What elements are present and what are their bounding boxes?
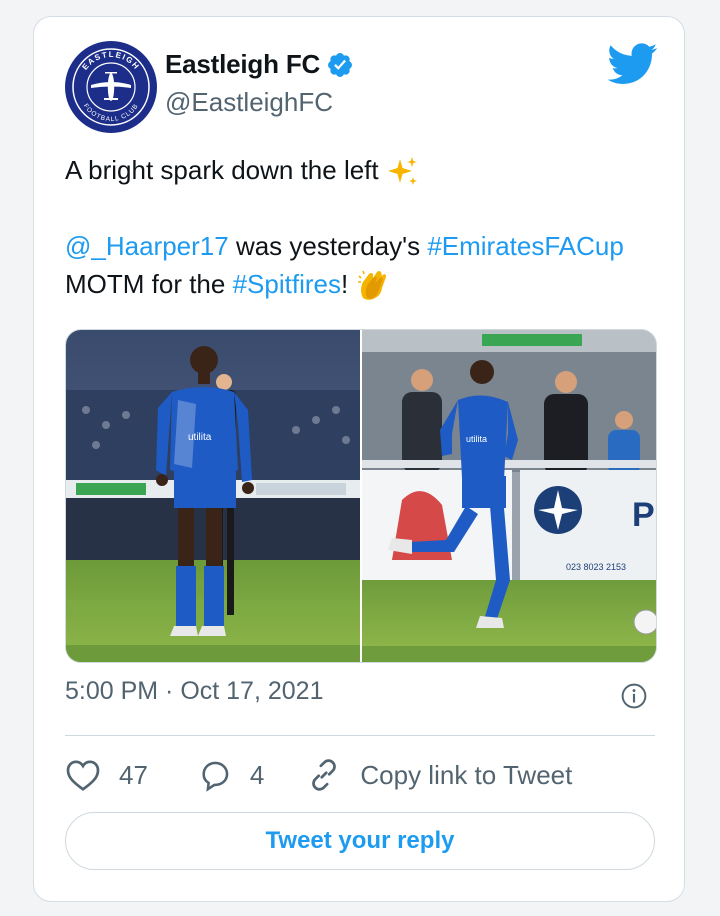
clapping-hands-emoji-icon: [358, 270, 387, 301]
match-photo-1[interactable]: utilita: [66, 330, 360, 662]
verified-badge-icon: [328, 52, 353, 77]
tweet-your-reply-button[interactable]: Tweet your reply: [65, 812, 655, 870]
tweet-card[interactable]: EASTLEIGH FOOTBALL CLUB Eastleigh FC @Ea…: [33, 16, 685, 902]
mention-link[interactable]: @_Haarper17: [65, 231, 229, 261]
sparkles-emoji-icon: [387, 157, 417, 186]
reply-count: 4: [249, 759, 265, 790]
shirt-sponsor-1: utilita: [188, 432, 212, 443]
tweet-timestamp[interactable]: 5:00 PM · Oct 17, 2021: [65, 677, 323, 706]
reply-action[interactable]: 4: [198, 758, 264, 792]
hashtag-emiratesfacup-link[interactable]: #EmiratesFACup: [427, 231, 624, 261]
football-icon: [633, 609, 656, 635]
account-handle[interactable]: @EastleighFC: [165, 87, 333, 118]
heart-icon: [66, 760, 100, 791]
media-grid[interactable]: utilita P 023 8023 2153 utilita: [65, 329, 657, 663]
tweet-text: A bright spark down the left @_Haarper17…: [65, 151, 665, 304]
link-icon: [312, 759, 337, 791]
reply-bubble-icon: [202, 761, 229, 792]
like-action[interactable]: 47: [65, 758, 148, 792]
twitter-bird-icon[interactable]: [608, 43, 658, 85]
match-photo-2[interactable]: P 023 8023 2153 utilita: [362, 330, 656, 662]
avatar[interactable]: EASTLEIGH FOOTBALL CLUB: [65, 41, 157, 133]
account-name[interactable]: Eastleigh FC: [165, 49, 320, 80]
copy-link-action[interactable]: Copy link to Tweet: [306, 757, 572, 793]
divider: [65, 735, 655, 736]
copy-link-label: Copy link to Tweet: [360, 759, 573, 790]
info-icon[interactable]: [621, 683, 647, 709]
tweet-line-1: A bright spark down the left: [65, 155, 379, 185]
svg-text:P: P: [632, 496, 655, 534]
action-bar: 47 4 Copy link to Tweet: [65, 755, 600, 795]
tweet-line-2-text: was yesterday's: [228, 231, 428, 262]
tweet-line-3-text: MOTM for the: [65, 269, 233, 300]
hashtag-spitfires-link[interactable]: #Spitfires: [233, 269, 341, 299]
tweet-line-3-end: !: [340, 269, 349, 300]
like-count: 47: [119, 759, 148, 790]
shirt-sponsor-2: utilita: [466, 434, 487, 444]
board-phone-number: 023 8023 2153: [566, 562, 626, 572]
